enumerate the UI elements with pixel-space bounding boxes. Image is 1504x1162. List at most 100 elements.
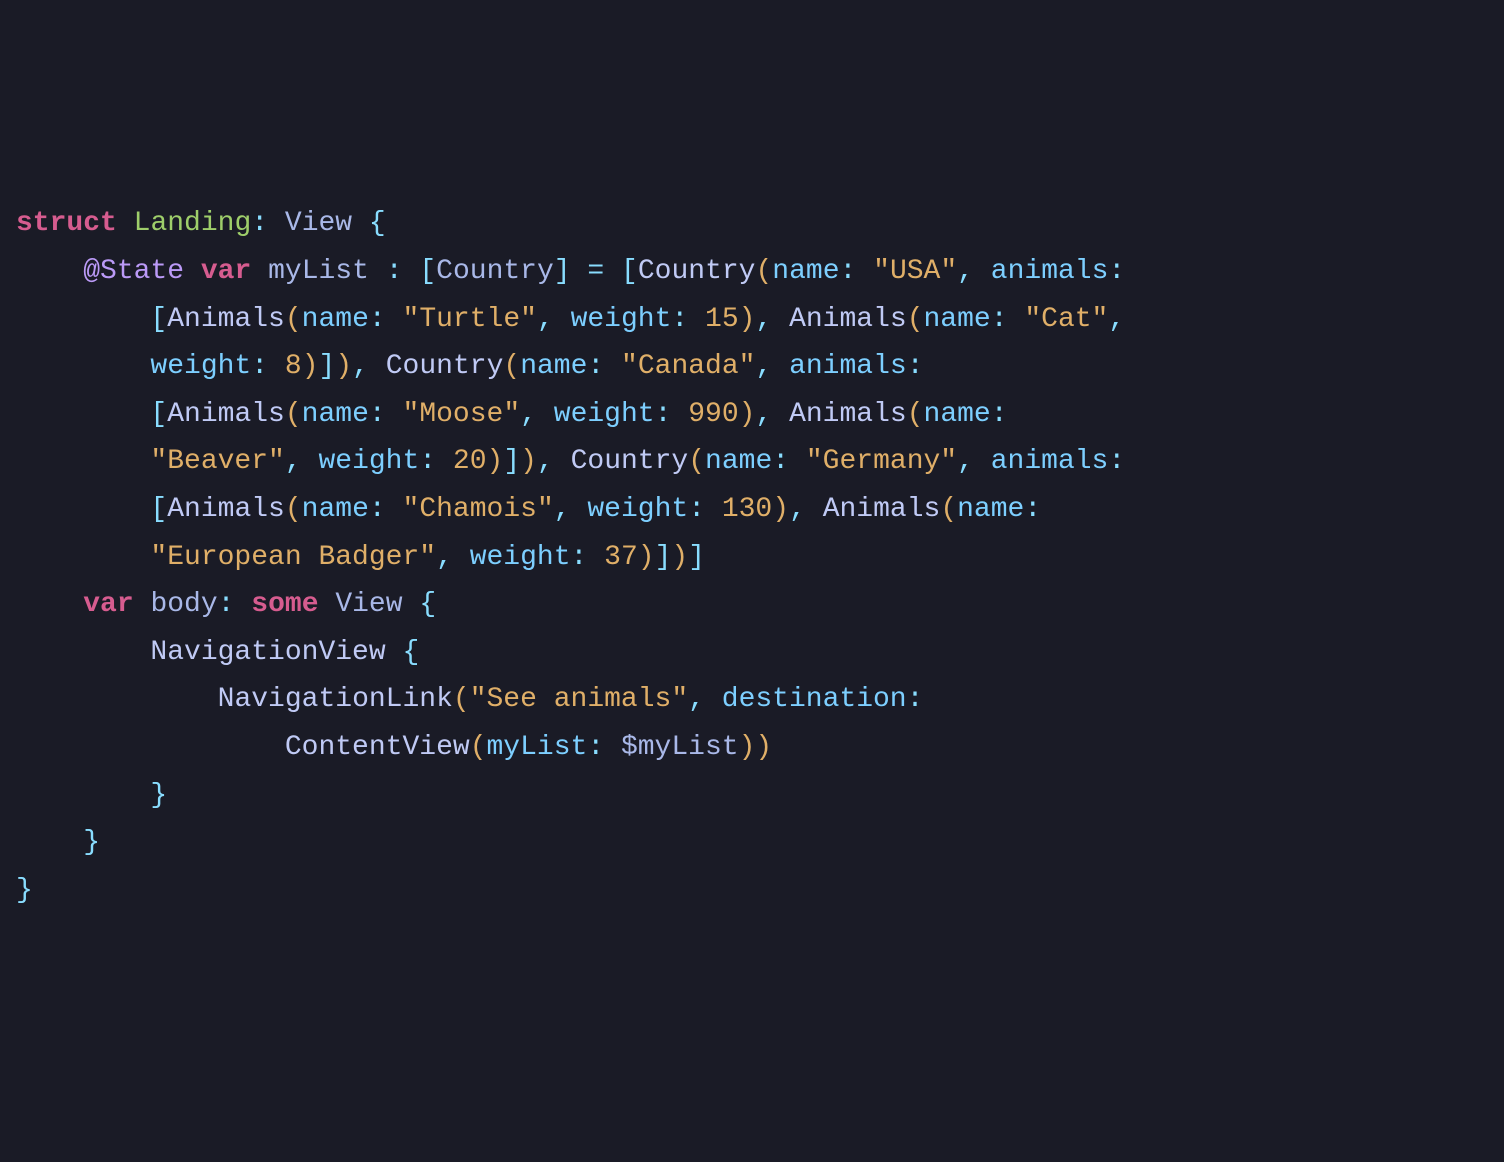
param-weight: weight xyxy=(318,446,419,477)
string-canada: "Canada" xyxy=(621,351,755,382)
colon: : xyxy=(671,304,688,335)
rbracket: ] xyxy=(503,446,520,477)
rbracket: ] xyxy=(655,542,672,573)
rbrace: } xyxy=(83,827,100,858)
call-animals: Animals xyxy=(789,304,907,335)
param-mylist: myList xyxy=(487,732,588,763)
lbrace: { xyxy=(419,589,436,620)
type-view: View xyxy=(285,208,352,239)
comma: , xyxy=(957,446,974,477)
colon: : xyxy=(587,732,604,763)
comma: , xyxy=(352,351,369,382)
param-name: name xyxy=(302,304,369,335)
param-weight: weight xyxy=(554,399,655,430)
colon: : xyxy=(369,494,386,525)
comma: , xyxy=(688,684,705,715)
comma: , xyxy=(755,399,772,430)
code-block: struct Landing: View { @State var myList… xyxy=(16,200,1488,914)
call-animals: Animals xyxy=(167,494,285,525)
colon: : xyxy=(369,304,386,335)
lbracket: [ xyxy=(150,494,167,525)
comma: , xyxy=(436,542,453,573)
rparen: ) xyxy=(487,446,504,477)
colon: : xyxy=(655,399,672,430)
colon: : xyxy=(587,351,604,382)
lbracket: [ xyxy=(150,399,167,430)
colon: : xyxy=(991,304,1008,335)
comma: , xyxy=(537,446,554,477)
param-name: name xyxy=(924,399,991,430)
comma: , xyxy=(789,494,806,525)
param-weight: weight xyxy=(571,304,672,335)
rparen: ) xyxy=(671,542,688,573)
param-name: name xyxy=(302,399,369,430)
call-country: Country xyxy=(571,446,689,477)
call-animals: Animals xyxy=(789,399,907,430)
rparen: ) xyxy=(772,494,789,525)
rbrace: } xyxy=(150,780,167,811)
colon: : xyxy=(1024,494,1041,525)
lparen: ( xyxy=(285,304,302,335)
ident-mylist: myList xyxy=(268,256,369,287)
comma: , xyxy=(554,494,571,525)
param-name: name xyxy=(772,256,839,287)
comma: , xyxy=(755,304,772,335)
number-990: 990 xyxy=(688,399,738,430)
param-animals: animals xyxy=(991,256,1109,287)
lbrace: { xyxy=(369,208,386,239)
lbracket: [ xyxy=(621,256,638,287)
param-weight: weight xyxy=(470,542,571,573)
keyword-struct: struct xyxy=(16,208,117,239)
call-animals: Animals xyxy=(167,304,285,335)
colon: : xyxy=(251,208,268,239)
lparen: ( xyxy=(688,446,705,477)
call-country: Country xyxy=(638,256,756,287)
rparen: ) xyxy=(302,351,319,382)
lparen: ( xyxy=(907,304,924,335)
binding-mylist: $myList xyxy=(621,732,739,763)
colon: : xyxy=(991,399,1008,430)
type-view: View xyxy=(335,589,402,620)
lparen: ( xyxy=(755,256,772,287)
string-moose: "Moose" xyxy=(403,399,521,430)
rbracket: ] xyxy=(554,256,571,287)
comma: , xyxy=(285,446,302,477)
param-name: name xyxy=(520,351,587,382)
ident-body: body xyxy=(150,589,217,620)
call-country: Country xyxy=(386,351,504,382)
call-navigationlink: NavigationLink xyxy=(218,684,453,715)
rbrace: } xyxy=(16,875,33,906)
number-8: 8 xyxy=(285,351,302,382)
colon: : xyxy=(907,684,924,715)
comma: , xyxy=(1108,304,1125,335)
rbracket: ] xyxy=(688,542,705,573)
string-see-animals: "See animals" xyxy=(470,684,688,715)
param-weight: weight xyxy=(587,494,688,525)
lparen: ( xyxy=(285,399,302,430)
colon: : xyxy=(772,446,789,477)
colon: : xyxy=(218,589,235,620)
rparen: ) xyxy=(755,732,772,763)
rparen: ) xyxy=(739,304,756,335)
rparen: ) xyxy=(739,732,756,763)
number-15: 15 xyxy=(705,304,739,335)
colon: : xyxy=(1108,446,1125,477)
string-badger: "European Badger" xyxy=(150,542,436,573)
colon: : xyxy=(840,256,857,287)
keyword-some: some xyxy=(251,589,318,620)
colon: : xyxy=(907,351,924,382)
param-weight: weight xyxy=(150,351,251,382)
number-37: 37 xyxy=(604,542,638,573)
colon: : xyxy=(386,256,403,287)
comma: , xyxy=(520,399,537,430)
rparen: ) xyxy=(335,351,352,382)
lparen: ( xyxy=(503,351,520,382)
param-animals: animals xyxy=(991,446,1109,477)
comma: , xyxy=(957,256,974,287)
lparen: ( xyxy=(907,399,924,430)
call-animals: Animals xyxy=(823,494,941,525)
string-chamois: "Chamois" xyxy=(403,494,554,525)
colon: : xyxy=(369,399,386,430)
param-destination: destination xyxy=(722,684,907,715)
rbracket: ] xyxy=(319,351,336,382)
